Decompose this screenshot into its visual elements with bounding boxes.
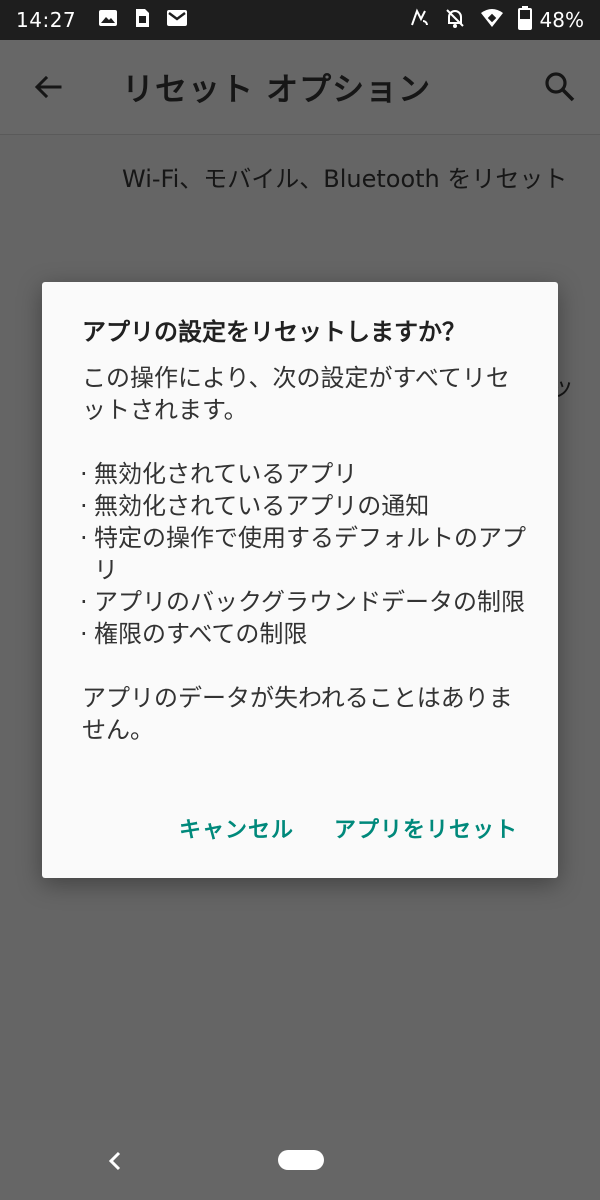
- dialog-actions: キャンセル アプリをリセット: [179, 812, 518, 844]
- dialog-title: アプリの設定をリセットしますか？: [82, 318, 466, 346]
- battery-percent: 48%: [539, 8, 584, 32]
- list-item: 権限のすべての制限: [80, 618, 532, 650]
- nfc-icon: [408, 7, 430, 33]
- dialog-body: この操作により、次の設定がすべてリセットされます。 無効化されているアプリ 無効…: [80, 362, 532, 746]
- arrow-back-icon: [34, 75, 62, 99]
- image-icon: [98, 8, 118, 32]
- reset-app-preferences-dialog: アプリの設定をリセットしますか？ この操作により、次の設定がすべてリセットされま…: [42, 282, 558, 878]
- status-bar: 14:27 48%: [0, 0, 600, 40]
- reset-apps-button[interactable]: アプリをリセット: [334, 812, 518, 844]
- dialog-intro: この操作により、次の設定がすべてリセットされます。: [82, 364, 510, 424]
- nav-back-button[interactable]: [100, 1146, 130, 1176]
- gmail-icon: [166, 8, 188, 32]
- chevron-left-icon: [108, 1151, 121, 1171]
- list-item-reset-network[interactable]: Wi-Fi、モバイル、Bluetooth をリセット: [122, 163, 577, 195]
- search-button[interactable]: [540, 67, 580, 107]
- notifications-off-icon: [444, 7, 466, 33]
- cancel-button[interactable]: キャンセル: [179, 812, 294, 844]
- system-icons: 48%: [408, 6, 584, 34]
- navigation-bar: [0, 1120, 600, 1200]
- battery-icon: [517, 6, 532, 34]
- search-icon: [545, 72, 575, 102]
- list-item: アプリのバックグラウンドデータの制限: [80, 586, 532, 618]
- list-item: 無効化されているアプリ: [80, 458, 532, 490]
- list-item: 無効化されているアプリの通知: [80, 490, 532, 522]
- list-item: 特定の操作で使用するデフォルトのアプリ: [80, 522, 532, 586]
- status-time: 14:27: [16, 8, 77, 32]
- dialog-note: アプリのデータが失われることはありません。: [82, 684, 513, 744]
- back-button[interactable]: [28, 67, 68, 107]
- home-pill-button[interactable]: [278, 1150, 324, 1170]
- wifi-icon: [480, 7, 504, 33]
- notification-icons: [98, 8, 188, 32]
- sim-card-icon: [132, 8, 152, 32]
- dialog-bullet-list: 無効化されているアプリ 無効化されているアプリの通知 特定の操作で使用するデフォ…: [80, 458, 532, 650]
- app-bar: リセット オプション: [0, 40, 600, 135]
- page-title: リセット オプション: [122, 70, 432, 108]
